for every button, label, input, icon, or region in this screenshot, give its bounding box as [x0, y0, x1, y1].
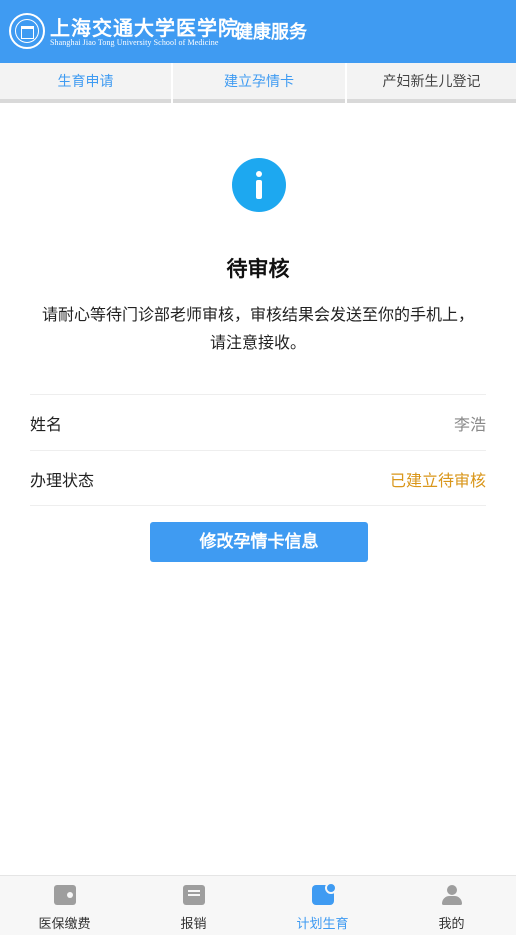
nav-label: 报销: [180, 917, 207, 932]
nav-family-planning[interactable]: 计划生育: [258, 876, 387, 935]
nav-label: 我的: [438, 917, 465, 932]
tab-pregnancy-card[interactable]: 建立孕情卡: [173, 63, 345, 103]
status-description: 请耐心等待门诊部老师审核，审核结果会发送至你的手机上，请注意接收。: [41, 305, 474, 352]
university-seal-icon: [9, 13, 45, 49]
tab-label: 产妇新生儿登记: [382, 74, 481, 90]
edit-pregnancy-card-button[interactable]: 修改孕情卡信息: [150, 522, 368, 562]
wallet-icon: [53, 885, 76, 905]
nav-medical-insurance[interactable]: 医保缴费: [0, 876, 129, 935]
tab-underline: [0, 99, 171, 103]
tab-underline: [173, 99, 345, 103]
nav-label: 医保缴费: [38, 917, 91, 932]
tab-label: 生育申请: [57, 74, 114, 90]
info-icon: [232, 158, 286, 212]
nav-profile[interactable]: 我的: [387, 876, 516, 935]
bottom-nav: 医保缴费 报销 计划生育 我的: [0, 875, 516, 935]
tab-newborn-registration[interactable]: 产妇新生儿登记: [347, 63, 516, 103]
nav-label: 计划生育: [296, 917, 349, 932]
tab-underline: [347, 99, 516, 103]
plan-icon: [311, 882, 337, 905]
logo-text-en: Shanghai Jiao Tong University School of …: [50, 38, 219, 47]
tab-label: 建立孕情卡: [224, 74, 294, 90]
status-value: 已建立待审核: [389, 471, 486, 490]
tab-bar: 生育申请 建立孕情卡 产妇新生儿登记: [0, 63, 516, 103]
divider: [30, 505, 486, 506]
logo-text-cn: 上海交通大学医学院: [50, 16, 239, 40]
info-row-name: 姓名 李浩: [30, 394, 486, 450]
header-title: 健康服务: [235, 22, 307, 43]
nav-reimbursement[interactable]: 报销: [129, 876, 258, 935]
person-icon: [441, 885, 463, 905]
info-row-status: 办理状态 已建立待审核: [30, 450, 486, 506]
receipt-icon: [182, 885, 205, 905]
tab-birth-application[interactable]: 生育申请: [0, 63, 171, 103]
app-header: 上海交通大学医学院 Shanghai Jiao Tong University …: [0, 0, 516, 63]
row-value: 李浩: [453, 415, 486, 434]
row-label: 姓名: [30, 415, 63, 434]
row-label: 办理状态: [30, 471, 95, 490]
status-title: 待审核: [226, 257, 290, 281]
